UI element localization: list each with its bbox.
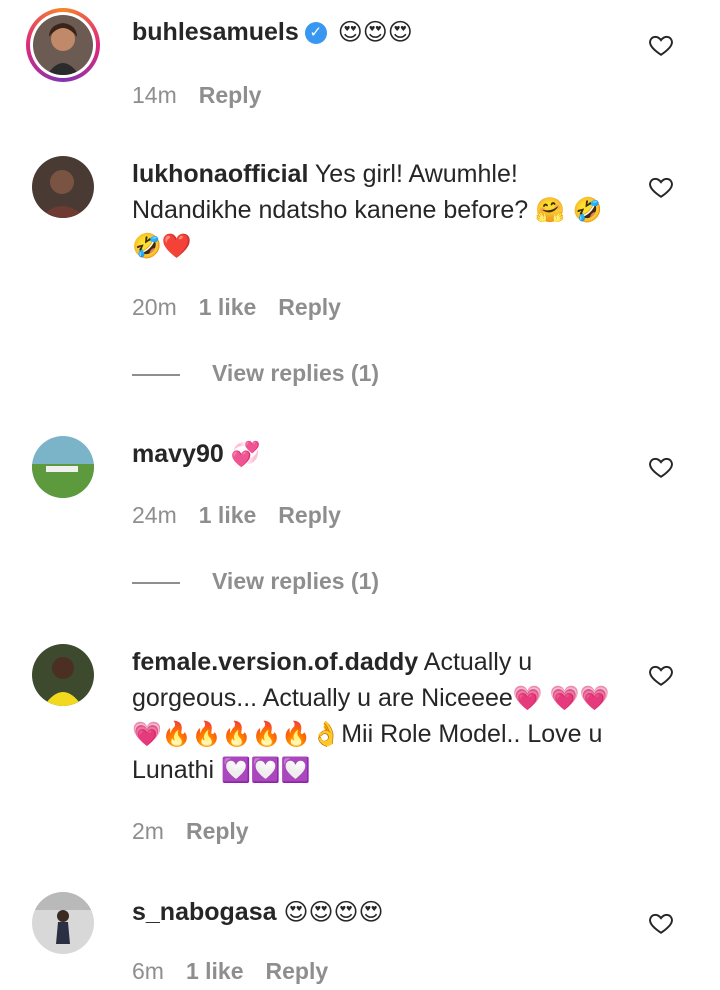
username[interactable]: s_nabogasa bbox=[132, 898, 277, 926]
comment-time: 24m bbox=[132, 502, 177, 528]
avatar[interactable] bbox=[32, 436, 94, 498]
reply-button[interactable]: Reply bbox=[266, 958, 329, 984]
avatar-story-ring[interactable] bbox=[26, 8, 100, 82]
heart-outline-icon[interactable] bbox=[648, 910, 674, 936]
comment-emojis: 😍😍😍 bbox=[337, 18, 413, 46]
divider-line bbox=[132, 373, 180, 376]
view-replies-button[interactable]: View replies (1) bbox=[132, 358, 379, 388]
like-count[interactable]: 1 like bbox=[199, 294, 257, 320]
heart-outline-icon[interactable] bbox=[648, 662, 674, 688]
comment-emojis: 💟💟💟 bbox=[220, 756, 311, 784]
comment-emojis: 💗 bbox=[512, 684, 543, 712]
username[interactable]: lukhonaofficial bbox=[132, 160, 308, 188]
reply-button[interactable]: Reply bbox=[278, 294, 341, 320]
comment-time: 14m bbox=[132, 82, 177, 108]
heart-outline-icon[interactable] bbox=[648, 174, 674, 200]
username[interactable]: mavy90 bbox=[132, 440, 224, 468]
like-count[interactable]: 1 like bbox=[199, 502, 257, 528]
username[interactable]: female.version.of.daddy bbox=[132, 648, 418, 676]
comment-emojis: 💞 bbox=[230, 440, 261, 468]
comment-emojis: 😍😍😍😍 bbox=[283, 898, 384, 926]
comment-time: 20m bbox=[132, 294, 177, 320]
view-replies-label[interactable]: View replies (1) bbox=[212, 360, 379, 386]
avatar[interactable] bbox=[32, 892, 94, 954]
divider-line bbox=[132, 581, 180, 584]
username[interactable]: buhlesamuels bbox=[132, 18, 299, 46]
reply-button[interactable]: Reply bbox=[199, 82, 262, 108]
avatar bbox=[33, 15, 93, 75]
reply-button[interactable]: Reply bbox=[278, 502, 341, 528]
avatar[interactable] bbox=[32, 156, 94, 218]
comment-time: 2m bbox=[132, 818, 164, 844]
view-replies-label[interactable]: View replies (1) bbox=[212, 568, 379, 594]
heart-outline-icon[interactable] bbox=[648, 454, 674, 480]
avatar[interactable] bbox=[32, 644, 94, 706]
reply-button[interactable]: Reply bbox=[186, 818, 249, 844]
view-replies-button[interactable]: View replies (1) bbox=[132, 566, 379, 596]
verified-badge-icon: ✓ bbox=[304, 22, 327, 45]
heart-outline-icon[interactable] bbox=[648, 32, 674, 58]
like-count[interactable]: 1 like bbox=[186, 958, 244, 984]
comment-time: 6m bbox=[132, 958, 164, 984]
